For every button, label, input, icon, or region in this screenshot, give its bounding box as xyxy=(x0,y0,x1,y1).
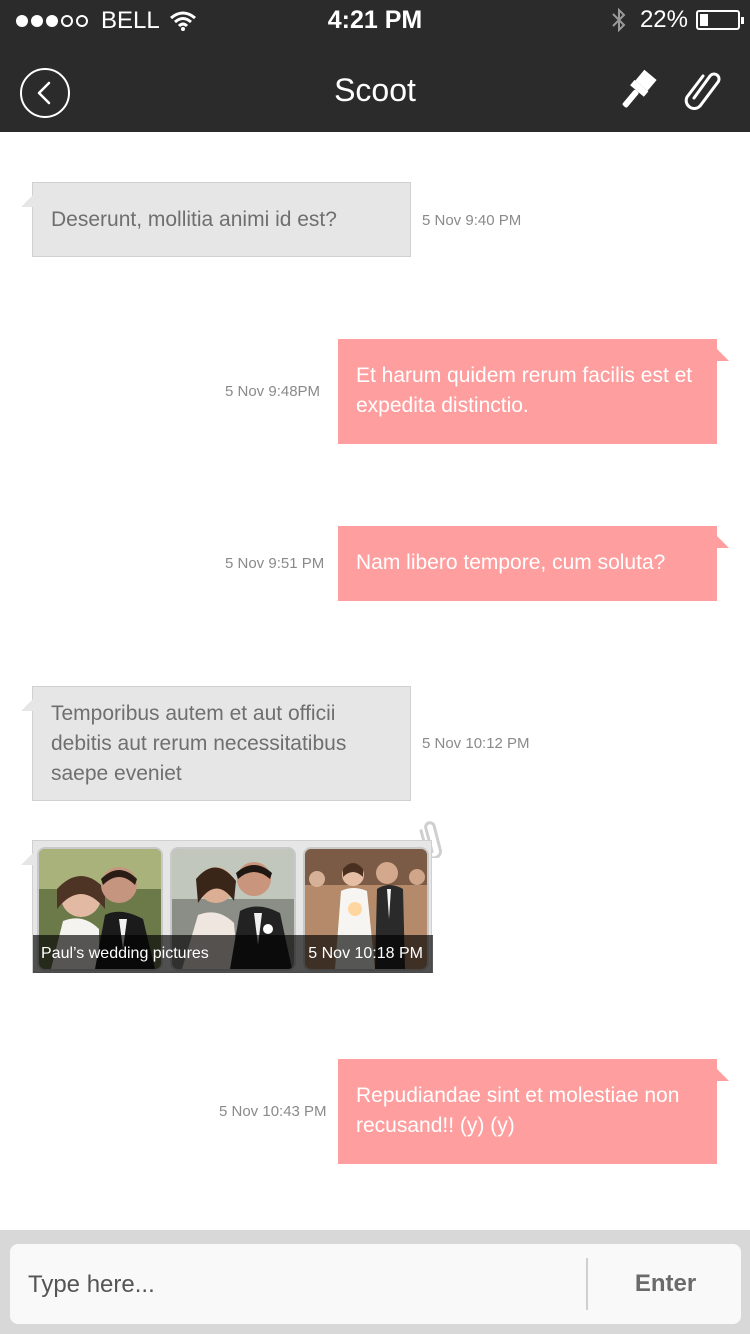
message-input[interactable] xyxy=(26,1266,570,1304)
bluetooth-icon xyxy=(612,7,626,33)
message-text: Deserunt, mollitia animi id est? xyxy=(51,208,337,231)
message-timestamp: 5 Nov 10:12 PM xyxy=(422,735,530,752)
outgoing-message-bubble[interactable]: Repudiandae sint et molestiae non recusa… xyxy=(338,1059,729,1164)
nav-bar: Scoot xyxy=(0,42,750,132)
message-text: Temporibus autem et aut officii debitis … xyxy=(51,702,347,785)
message-text: Et harum quidem rerum facilis est et exp… xyxy=(356,364,693,417)
paperclip-icon xyxy=(684,72,721,110)
bubble-tail xyxy=(717,536,729,548)
battery-percent: 22% xyxy=(639,6,688,33)
message-timestamp: 5 Nov 10:43 PM xyxy=(219,1103,327,1120)
paint-brush-icon xyxy=(622,69,657,108)
outgoing-message-bubble[interactable]: Et harum quidem rerum facilis est et exp… xyxy=(338,339,729,444)
bubble-tail xyxy=(21,699,33,711)
enter-button[interactable]: Enter xyxy=(590,1244,741,1324)
battery-nub xyxy=(741,17,744,24)
bubble-tail xyxy=(717,1069,729,1081)
incoming-message-bubble[interactable]: Temporibus autem et aut officii debitis … xyxy=(21,686,411,801)
album-title: Paul’s wedding pictures xyxy=(41,945,209,962)
theme-brush-button[interactable] xyxy=(612,68,662,114)
composer-box: Enter xyxy=(10,1244,741,1324)
status-bar: BELL 4:21 PM 22% xyxy=(0,0,750,42)
message-timestamp: 5 Nov 9:48PM xyxy=(225,383,321,400)
incoming-message-bubble[interactable]: Deserunt, mollitia animi id est? xyxy=(21,182,411,257)
bubble-tail xyxy=(21,853,33,865)
outgoing-message-bubble[interactable]: Nam libero tempore, cum soluta? xyxy=(338,526,729,601)
battery-icon xyxy=(696,10,744,30)
composer-divider xyxy=(586,1258,588,1310)
message-composer: Enter xyxy=(0,1230,750,1334)
chat-thread[interactable]: Deserunt, mollitia animi id est? 5 Nov 9… xyxy=(0,132,750,1230)
message-timestamp: 5 Nov 9:51 PM xyxy=(225,555,325,572)
message-text: Repudiandae sint et molestiae non recusa… xyxy=(356,1084,680,1137)
album-caption-bar: Paul’s wedding pictures 5 Nov 10:18 PM xyxy=(33,935,433,973)
bubble-tail xyxy=(717,349,729,361)
bubble-tail xyxy=(21,195,33,207)
message-text: Nam libero tempore, cum soluta? xyxy=(356,551,666,574)
status-right: 22% xyxy=(610,6,744,34)
photo-album-message[interactable]: Paul’s wedding pictures 5 Nov 10:18 PM xyxy=(21,840,433,973)
battery-fill xyxy=(700,14,708,26)
message-timestamp: 5 Nov 9:40 PM xyxy=(422,212,522,229)
attach-button[interactable] xyxy=(680,68,726,114)
album-timestamp: 5 Nov 10:18 PM xyxy=(308,945,423,962)
